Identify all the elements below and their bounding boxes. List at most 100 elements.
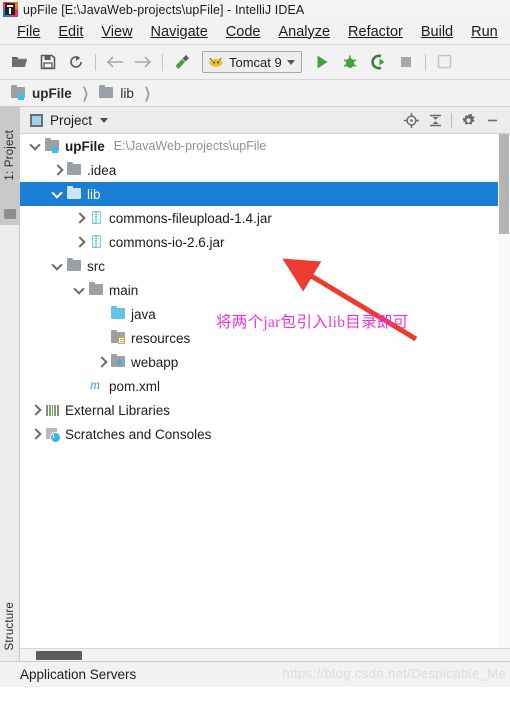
tree-toggle-right-icon[interactable] [50, 158, 66, 182]
module-folder-icon [10, 85, 27, 101]
collapse-all-icon[interactable] [423, 109, 447, 131]
minimize-icon[interactable] [480, 109, 504, 131]
folder-icon [66, 254, 83, 278]
tree-row-label: resources [131, 330, 191, 346]
toolbar-divider-3 [424, 53, 426, 71]
resources-folder-icon [110, 326, 127, 350]
sync-icon[interactable] [62, 48, 90, 76]
menu-edit-label: Edit [58, 23, 84, 40]
tree-row-pom-xml[interactable]: m pom.xml [20, 374, 510, 398]
run-with-coverage-icon[interactable] [364, 48, 392, 76]
left-tool-strip: 1: Project Structure [0, 107, 20, 661]
menu-view[interactable]: View [92, 24, 141, 40]
open-icon[interactable] [6, 48, 34, 76]
menu-analyze[interactable]: Analyze [269, 24, 339, 40]
menu-build[interactable]: Build [412, 24, 462, 40]
folder-icon-light [66, 182, 83, 206]
scratches-icon [44, 422, 61, 446]
clipped-toolbar-icon[interactable] [431, 48, 459, 76]
tree-row-path: E:\JavaWeb-projects\upFile [113, 139, 267, 153]
run-configuration-selector[interactable]: Tomcat 9 [202, 51, 302, 73]
tree-toggle-right-icon[interactable] [72, 206, 88, 230]
tree-row-label: main [109, 282, 139, 298]
sidebar-item-project[interactable]: 1: Project [0, 107, 20, 203]
tree-row-label: commons-fileupload-1.4.jar [109, 210, 272, 226]
menu-bar: File Edit View Navigate Code Analyze Ref… [0, 19, 510, 45]
tree-row-upfile[interactable]: upFile E:\JavaWeb-projects\upFile [20, 134, 510, 158]
tree-row-commons-fileupload-1-4-jar[interactable]: commons-fileupload-1.4.jar [20, 206, 510, 230]
tree-row-label: java [131, 306, 156, 322]
menu-view-label: View [101, 23, 133, 40]
menu-edit[interactable]: Edit [49, 24, 92, 40]
menu-navigate[interactable]: Navigate [142, 24, 217, 40]
tree-row-main[interactable]: main [20, 278, 510, 302]
intellij-window: upFile [E:\JavaWeb-projects\upFile] - In… [0, 0, 510, 707]
project-panel: Project upFile E:\JavaWeb-projects\upFil… [20, 107, 510, 661]
tree-toggle-right-icon[interactable] [72, 230, 88, 254]
module-folder-icon [44, 134, 61, 158]
tree-arrow-placeholder [94, 302, 110, 326]
tree-hscrollbar-thumb[interactable] [36, 651, 82, 660]
tree-row-src[interactable]: src [20, 254, 510, 278]
project-panel-header: Project [20, 107, 510, 134]
tree-toggle-right-icon[interactable] [28, 422, 44, 446]
source-folder-icon [110, 302, 127, 326]
project-view-icon [30, 113, 43, 127]
tree-row-label: Scratches and Consoles [65, 426, 212, 442]
tree-toggle-down-icon[interactable] [50, 254, 66, 278]
tree-horizontal-scrollbar[interactable] [20, 648, 510, 661]
intellij-idea-logo-icon [3, 2, 18, 17]
libraries-icon [44, 398, 61, 422]
project-panel-title: Project [50, 112, 93, 128]
breadcrumb-item-lib[interactable]: lib [98, 85, 134, 101]
build-hammer-icon[interactable] [168, 48, 196, 76]
locate-icon[interactable] [399, 109, 423, 131]
jar-icon [88, 230, 105, 254]
toolbar-divider [95, 53, 96, 71]
tree-row-label: pom.xml [109, 378, 161, 394]
chevron-down-icon[interactable] [100, 117, 109, 123]
breadcrumb-label-lib: lib [120, 85, 134, 101]
tree-row-webapp[interactable]: webapp [20, 350, 510, 374]
menu-run[interactable]: Run [462, 24, 507, 40]
project-tree[interactable]: upFile E:\JavaWeb-projects\upFile .idea lib… [20, 134, 510, 648]
back-icon[interactable] [101, 48, 129, 76]
menu-code[interactable]: Code [217, 24, 270, 40]
breadcrumb-item-upfile[interactable]: upFile [10, 85, 72, 101]
forward-icon[interactable] [129, 48, 157, 76]
tree-vertical-scrollbar[interactable] [498, 134, 510, 648]
tree-toggle-down-icon[interactable] [72, 278, 88, 302]
tree-scrollbar-thumb[interactable] [499, 134, 509, 234]
menu-file[interactable]: File [8, 24, 49, 40]
stop-icon[interactable] [392, 48, 420, 76]
tree-row-external-libraries[interactable]: External Libraries [20, 398, 510, 422]
tree-row-label: src [87, 258, 105, 274]
tree-toggle-right-icon[interactable] [28, 398, 44, 422]
save-icon[interactable] [34, 48, 62, 76]
chevron-down-icon [286, 59, 295, 65]
menu-analyze-label: Analyze [278, 23, 331, 40]
tree-toggle-down-icon[interactable] [28, 134, 44, 158]
tree-row-label: commons-io-2.6.jar [109, 234, 225, 250]
menu-file-label: File [17, 23, 41, 40]
watermark: https://blog.csdn.net/Despicable_Me [282, 666, 506, 681]
menu-build-label: Build [420, 23, 454, 40]
main-area: 1: Project Structure Project upFile E:\J… [0, 107, 510, 661]
gear-icon[interactable] [456, 109, 480, 131]
tomcat-cat-icon [209, 57, 223, 67]
folder-icon [98, 85, 115, 101]
tree-row-commons-io-2-6-jar[interactable]: commons-io-2.6.jar [20, 230, 510, 254]
tree-row-idea[interactable]: .idea [20, 158, 510, 182]
tree-row-lib[interactable]: lib [20, 182, 510, 206]
application-servers-label[interactable]: Application Servers [20, 667, 136, 682]
sidebar-item-structure[interactable]: Structure [0, 591, 20, 661]
run-icon[interactable] [308, 48, 336, 76]
menu-refactor-label: Refactor [348, 23, 403, 40]
tree-toggle-down-icon[interactable] [50, 182, 66, 206]
debug-icon[interactable] [336, 48, 364, 76]
menu-refactor[interactable]: Refactor [339, 24, 412, 40]
tree-toggle-right-icon[interactable] [94, 350, 110, 374]
sidebar-folder-icon[interactable] [0, 203, 20, 225]
folder-icon [66, 158, 83, 182]
tree-row-scratches-and-consoles[interactable]: Scratches and Consoles [20, 422, 510, 446]
